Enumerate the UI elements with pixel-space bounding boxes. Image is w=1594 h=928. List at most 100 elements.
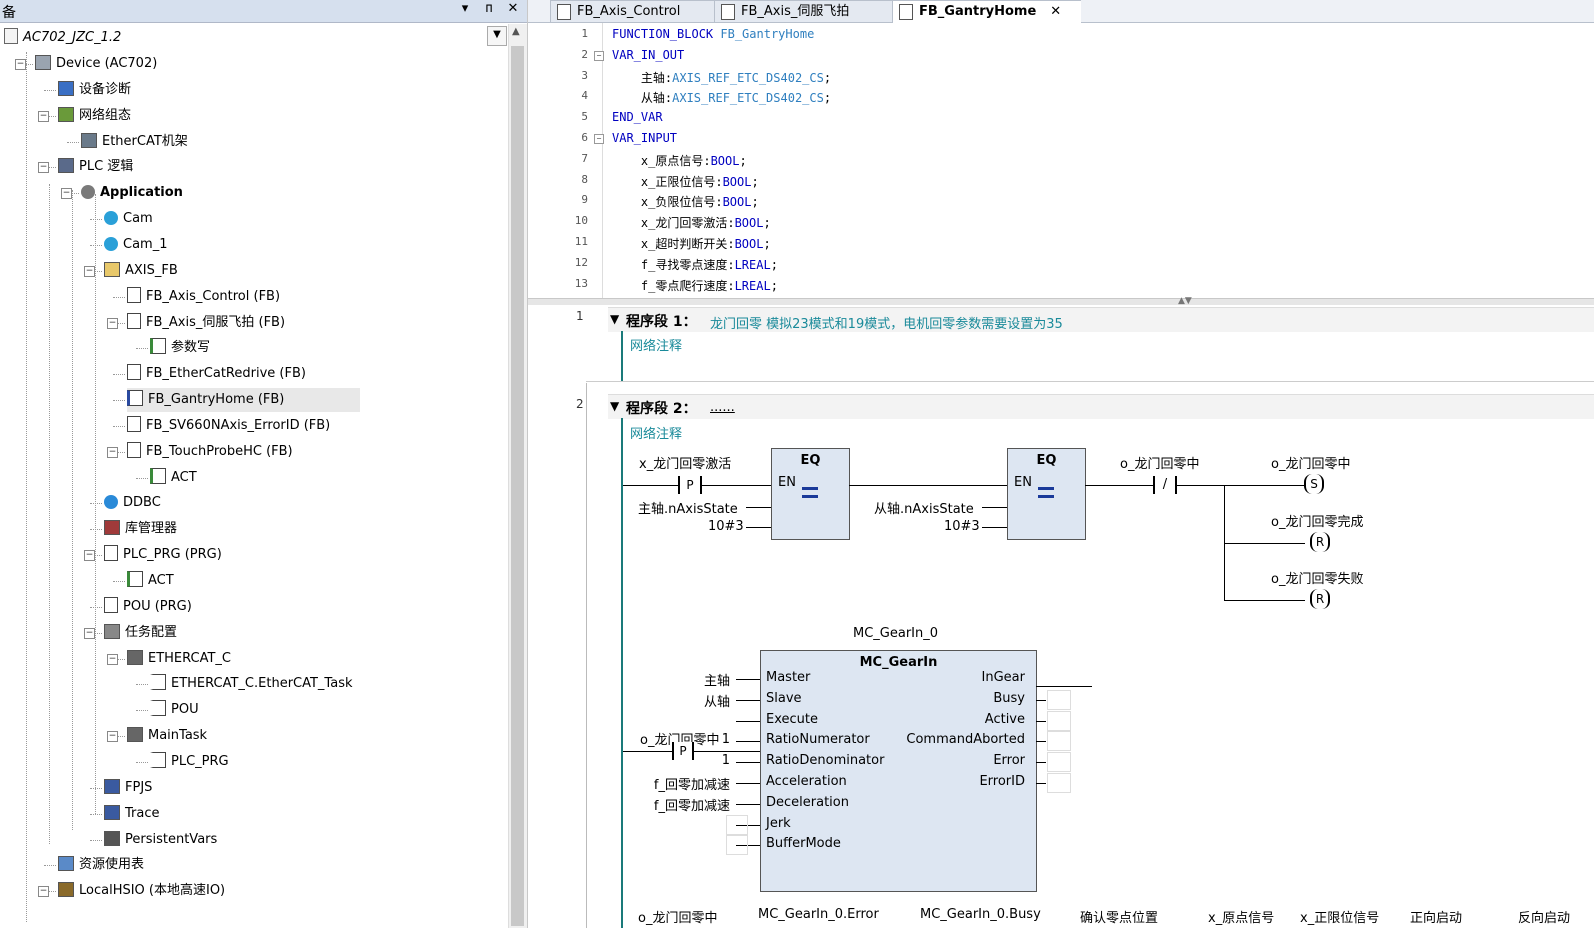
reset-coil[interactable]: R bbox=[1310, 532, 1330, 552]
code-line[interactable]: VAR_IN_OUT bbox=[612, 48, 684, 62]
tree-item[interactable]: PLC_PRG bbox=[150, 750, 229, 774]
gearin-output-pin[interactable]: Active bbox=[985, 712, 1025, 727]
tree-item[interactable]: EtherCAT机架 bbox=[81, 130, 188, 154]
code-line[interactable]: f_零点爬行速度:LREAL; bbox=[612, 277, 778, 294]
code-line[interactable]: x_原点信号:BOOL; bbox=[612, 152, 747, 169]
contact-variable[interactable]: o_龙门回零中 bbox=[1120, 453, 1199, 472]
code-line[interactable]: 从轴:AXIS_REF_ETC_DS402_CS; bbox=[612, 89, 831, 106]
panel-dropdown-button[interactable]: ▾ bbox=[457, 1, 473, 16]
empty-input-box[interactable] bbox=[726, 835, 748, 856]
tree-item[interactable]: ETHERCAT_C.EtherCAT_Task bbox=[150, 672, 353, 696]
tree-item[interactable]: FPJS bbox=[104, 776, 152, 800]
coil-variable[interactable]: o_龙门回零完成 bbox=[1271, 511, 1363, 530]
network-1-header[interactable]: ▼ 程序段 1： 龙门回零 模拟23模式和19模式，电机回零参数需要设置为35 bbox=[608, 307, 1594, 332]
gearin-input-pin[interactable]: BufferMode bbox=[766, 836, 841, 851]
tree-item[interactable]: DDBC bbox=[104, 491, 161, 515]
tree-item[interactable]: 资源使用表 bbox=[58, 853, 144, 877]
code-line[interactable]: 主轴:AXIS_REF_ETC_DS402_CS; bbox=[612, 69, 831, 86]
tree-item[interactable]: Cam_1 bbox=[104, 233, 167, 257]
declaration-editor[interactable]: 1 2−3 4 5 6−7 8 9 10 11 12 13 FUNCTION_BLOCK FB_Ga… bbox=[528, 23, 1594, 299]
variable-label[interactable]: x_原点信号 bbox=[1208, 907, 1274, 925]
tree-item[interactable]: Cam bbox=[104, 207, 153, 231]
tab-fb-gantryhome[interactable]: FB_GantryHome ✕ bbox=[892, 0, 1081, 23]
empty-input-box[interactable] bbox=[726, 814, 748, 835]
tree-item[interactable]: ACT bbox=[127, 569, 174, 593]
negated-contact[interactable]: / bbox=[1153, 476, 1177, 494]
code-line[interactable]: x_正限位信号:BOOL; bbox=[612, 173, 759, 190]
contact-variable[interactable]: x_龙门回零激活 bbox=[639, 453, 731, 472]
network-title[interactable]: ...... bbox=[710, 400, 735, 415]
gearin-output-pin[interactable]: Busy bbox=[993, 691, 1025, 706]
tree-root[interactable]: AC702_JZC_1.2 bbox=[4, 26, 121, 50]
tree-item[interactable]: PLC 逻辑 bbox=[58, 155, 133, 179]
tree-item[interactable]: 任务配置 bbox=[104, 621, 177, 645]
tree-collapse-toggle[interactable]: − bbox=[107, 317, 118, 329]
gearin-output-pin[interactable]: ErrorID bbox=[979, 774, 1025, 789]
fold-toggle[interactable]: − bbox=[594, 50, 604, 61]
gearin-output-pin[interactable]: InGear bbox=[982, 670, 1025, 685]
tree-item[interactable]: LocalHSIO (本地高速IO) bbox=[58, 879, 225, 903]
eq1-input-1[interactable]: 主轴.nAxisState bbox=[638, 498, 738, 517]
gearin-input-variable[interactable]: 主轴 bbox=[704, 670, 730, 689]
gearin-input-pin[interactable]: RatioDenominator bbox=[766, 753, 884, 768]
coil-variable[interactable]: o_龙门回零失败 bbox=[1271, 568, 1363, 587]
tree-item[interactable]: MainTask bbox=[127, 724, 207, 748]
tree-collapse-toggle[interactable]: − bbox=[61, 188, 72, 200]
network-title[interactable]: 龙门回零 模拟23模式和19模式，电机回零参数需要设置为35 bbox=[710, 313, 1063, 332]
ladder-editor[interactable]: 1 ▼ 程序段 1： 龙门回零 模拟23模式和19模式，电机回零参数需要设置为3… bbox=[528, 305, 1594, 928]
tree-item[interactable]: 参数写 bbox=[150, 336, 210, 360]
coil-variable[interactable]: o_龙门回零中 bbox=[1271, 453, 1350, 472]
tree-item[interactable]: 库管理器 bbox=[104, 517, 177, 541]
tree-collapse-toggle[interactable]: − bbox=[84, 265, 95, 277]
empty-output-box[interactable] bbox=[1047, 752, 1071, 773]
gearin-output-pin[interactable]: CommandAborted bbox=[906, 732, 1025, 747]
tab-fb-axis-control[interactable]: FB_Axis_Control bbox=[550, 0, 733, 22]
tree-item[interactable]: POU bbox=[150, 698, 199, 722]
eq1-input-2[interactable]: 10#3 bbox=[708, 519, 744, 534]
tree-item[interactable]: FB_GantryHome (FB) bbox=[127, 388, 360, 413]
tree-item[interactable]: FB_TouchProbeHC (FB) bbox=[127, 440, 293, 464]
tree-collapse-toggle[interactable]: − bbox=[107, 446, 118, 458]
gearin-input-variable[interactable]: f_回零加减速 bbox=[654, 795, 730, 814]
network-comment[interactable]: 网络注释 bbox=[630, 335, 682, 354]
tree-collapse-toggle[interactable]: − bbox=[38, 110, 49, 122]
tree-item[interactable]: POU (PRG) bbox=[104, 595, 192, 619]
gearin-input-pin[interactable]: RatioNumerator bbox=[766, 732, 870, 747]
tree-collapse-toggle[interactable]: − bbox=[84, 627, 95, 639]
variable-label[interactable]: MC_GearIn_0.Error bbox=[758, 907, 879, 922]
gearin-input-variable[interactable]: f_回零加减速 bbox=[654, 774, 730, 793]
fold-toggle[interactable]: − bbox=[594, 134, 604, 144]
positive-edge-contact[interactable]: P bbox=[678, 476, 702, 494]
code-line[interactable]: END_VAR bbox=[612, 110, 663, 124]
gearin-input-variable[interactable]: 1 bbox=[722, 753, 730, 768]
empty-output-box[interactable] bbox=[1047, 731, 1071, 752]
panel-close-button[interactable]: ✕ bbox=[505, 1, 521, 16]
variable-label[interactable]: x_正限位信号 bbox=[1300, 907, 1379, 925]
tree-item[interactable]: ETHERCAT_C bbox=[127, 647, 231, 671]
tree-collapse-toggle[interactable]: − bbox=[84, 550, 95, 562]
empty-output-box[interactable] bbox=[1047, 710, 1071, 731]
gearin-input-pin[interactable]: Deceleration bbox=[766, 795, 849, 810]
gearin-output-pin[interactable]: Error bbox=[993, 753, 1025, 768]
eq-block-2[interactable]: EQ EN bbox=[1007, 448, 1086, 540]
tab-close-icon[interactable]: ✕ bbox=[1050, 4, 1061, 19]
gearin-input-pin[interactable]: Acceleration bbox=[766, 774, 847, 789]
code-line[interactable]: x_超时判断开关:BOOL; bbox=[612, 235, 771, 252]
empty-output-box[interactable] bbox=[1047, 689, 1071, 710]
scroll-up-icon[interactable]: ▲ bbox=[512, 26, 520, 37]
tree-item[interactable]: AXIS_FB bbox=[104, 259, 178, 283]
reset-coil[interactable]: R bbox=[1310, 589, 1330, 609]
tree-item[interactable]: Trace bbox=[104, 802, 160, 826]
variable-label[interactable]: 正向启动 bbox=[1410, 907, 1462, 925]
tree-item[interactable]: 网络组态 bbox=[58, 104, 131, 128]
tree-collapse-toggle[interactable]: − bbox=[107, 731, 118, 743]
variable-label[interactable]: MC_GearIn_0.Busy bbox=[920, 907, 1041, 922]
tree-item[interactable]: FB_Axis_伺服飞拍 (FB) bbox=[127, 311, 285, 335]
collapse-icon[interactable]: ▼ bbox=[610, 312, 619, 326]
tree-item[interactable]: PLC_PRG (PRG) bbox=[104, 543, 222, 567]
network-comment[interactable]: 网络注释 bbox=[630, 423, 682, 442]
tree-root-dropdown[interactable]: ▼ bbox=[487, 26, 507, 46]
tree-item[interactable]: PersistentVars bbox=[104, 828, 217, 852]
gearin-input-pin[interactable]: Jerk bbox=[766, 816, 791, 831]
tree-item[interactable]: FB_SV660NAxis_ErrorID (FB) bbox=[127, 414, 330, 438]
